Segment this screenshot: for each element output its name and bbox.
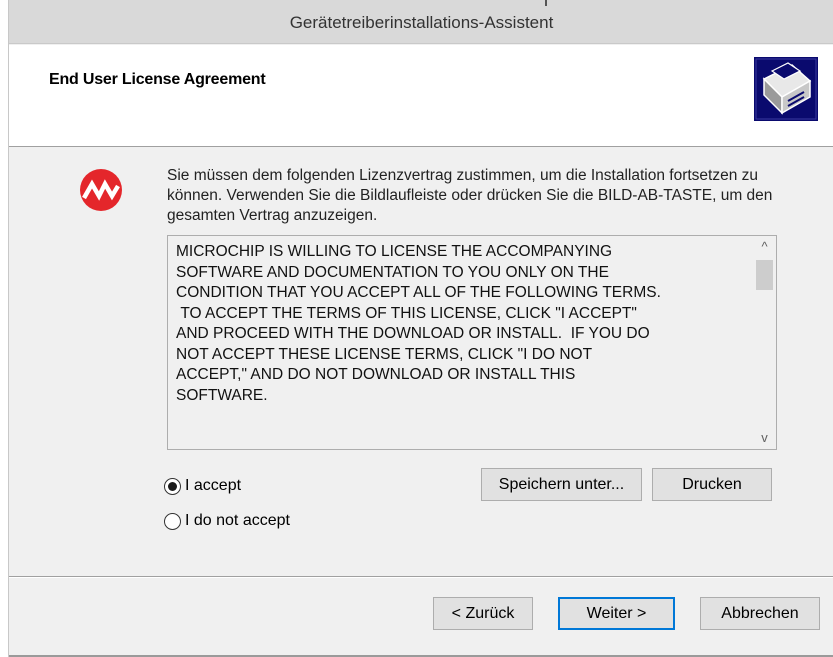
scroll-thumb[interactable]	[756, 260, 773, 290]
accept-label[interactable]: I accept	[185, 477, 241, 495]
next-button[interactable]: Weiter >	[558, 597, 675, 630]
accept-option[interactable]: I accept	[164, 474, 241, 498]
intro-text: Sie müssen dem folgenden Lizenzvertrag z…	[167, 167, 773, 224]
accept-radio[interactable]	[164, 477, 181, 495]
page-heading: End User License Agreement	[49, 71, 266, 88]
cancel-button[interactable]: Abbrechen	[700, 597, 820, 630]
scroll-up-icon[interactable]: ^	[753, 236, 776, 258]
back-button[interactable]: < Zurück	[433, 597, 533, 630]
decline-option[interactable]: I do not accept	[164, 509, 290, 533]
title-bar[interactable]: Gerätetreiberinstallations-Assistent	[9, 0, 833, 44]
wizard-window: Gerätetreiberinstallations-Assistent End…	[8, 0, 833, 657]
scroll-down-icon[interactable]: v	[753, 427, 776, 449]
setup-wizard-icon	[754, 57, 818, 121]
cursor-mark	[545, 0, 547, 6]
decline-label[interactable]: I do not accept	[185, 512, 290, 530]
microchip-logo-icon	[79, 168, 123, 212]
wizard-body: Sie müssen dem folgenden Lizenzvertrag z…	[9, 148, 833, 574]
license-scrollbar[interactable]: ^ v	[753, 236, 776, 449]
footer-separator-highlight	[9, 577, 833, 578]
window-title: Gerätetreiberinstallations-Assistent	[289, 13, 554, 32]
save-as-button[interactable]: Speichern unter...	[481, 468, 642, 501]
license-text: MICROCHIP IS WILLING TO LICENSE THE ACCO…	[176, 243, 661, 404]
print-button[interactable]: Drucken	[652, 468, 772, 501]
decline-radio[interactable]	[164, 512, 181, 530]
wizard-header: End User License Agreement	[9, 45, 833, 147]
license-text-box[interactable]: MICROCHIP IS WILLING TO LICENSE THE ACCO…	[167, 235, 777, 450]
